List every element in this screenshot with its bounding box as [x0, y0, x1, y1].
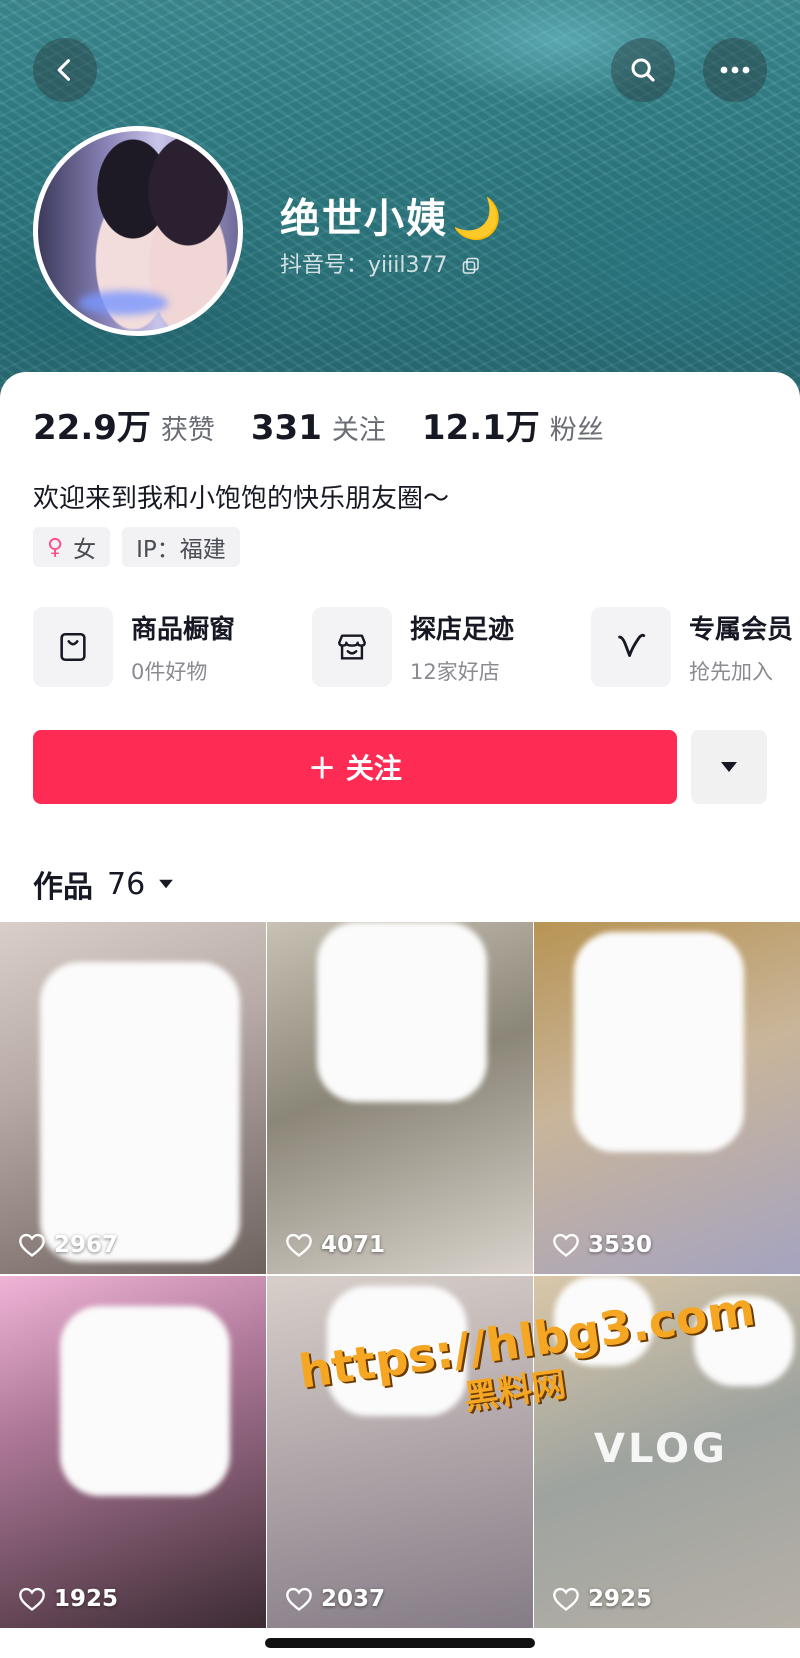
following-count[interactable]: 331 [251, 408, 322, 448]
video-thumbnail[interactable]: 2967 [0, 922, 266, 1274]
avatar[interactable] [33, 126, 243, 336]
works-tab[interactable]: 作品 76 [33, 862, 175, 906]
video-thumbnail[interactable]: 4071 [267, 922, 533, 1274]
caret-down-icon [721, 762, 737, 772]
chevron-left-icon [57, 59, 71, 81]
likes-label: 获赞 [160, 415, 215, 446]
more-options-button[interactable] [703, 38, 767, 102]
heart-icon [553, 1233, 579, 1257]
likes-count: 22.9万 [33, 408, 151, 448]
video-thumbnail[interactable]: 1925 [0, 1276, 266, 1628]
video-thumbnail[interactable]: 3530 [534, 922, 800, 1274]
heart-icon [286, 1233, 312, 1257]
search-button[interactable] [611, 38, 675, 102]
followers-label[interactable]: 粉丝 [550, 408, 604, 447]
shop-bag-icon [33, 607, 113, 687]
service-store-visits[interactable]: 探店足迹 12家好店 [312, 607, 567, 687]
copy-icon[interactable] [462, 257, 480, 275]
followers-count[interactable]: 12.1万 [422, 400, 540, 449]
nickname: 绝世小姨 🌙 [280, 196, 504, 242]
video-likes: 1925 [18, 1586, 118, 1612]
follow-dropdown-button[interactable] [691, 730, 767, 804]
service-membership[interactable]: 专属会员 抢先加入 [591, 607, 800, 687]
following-label[interactable]: 关注 [332, 408, 386, 447]
profile-tags: ♀ 女 IP：福建 [33, 527, 252, 567]
works-label: 作品 [33, 870, 93, 905]
follow-button[interactable]: ＋ 关注 [33, 730, 677, 804]
more-dots-icon [720, 66, 750, 74]
heart-icon [19, 1233, 45, 1257]
douyin-id[interactable]: 抖音号：yiiil377 [280, 247, 480, 279]
home-indicator [265, 1638, 535, 1648]
service-entries: 商品橱窗 0件好物 探店足迹 12家好店 专属会员 抢先加入 [33, 607, 800, 687]
video-likes: 2037 [285, 1586, 385, 1612]
video-likes: 2967 [18, 1232, 118, 1258]
female-icon: ♀ [47, 534, 64, 560]
back-button[interactable] [33, 38, 97, 102]
ip-tag: IP：福建 [122, 527, 240, 567]
store-icon [312, 607, 392, 687]
profile-stats: 22.9万 获赞 331 关注 12.1万 粉丝 [33, 400, 640, 449]
heart-icon [19, 1587, 45, 1611]
vlog-overlay: VLOG [594, 1426, 728, 1472]
moon-emoji: 🌙 [452, 196, 504, 242]
bio: 欢迎来到我和小饱饱的快乐朋友圈～ [33, 484, 450, 514]
video-likes: 3530 [552, 1232, 652, 1258]
service-shop-window[interactable]: 商品橱窗 0件好物 [33, 607, 288, 687]
video-likes: 4071 [285, 1232, 385, 1258]
video-likes: 2925 [552, 1586, 652, 1612]
caret-down-icon [159, 879, 174, 889]
heart-icon [553, 1587, 579, 1611]
heart-icon [286, 1587, 312, 1611]
vip-v-icon [591, 607, 671, 687]
works-count: 76 [107, 866, 146, 902]
gender-tag: ♀ 女 [33, 527, 111, 567]
search-icon [631, 58, 655, 82]
